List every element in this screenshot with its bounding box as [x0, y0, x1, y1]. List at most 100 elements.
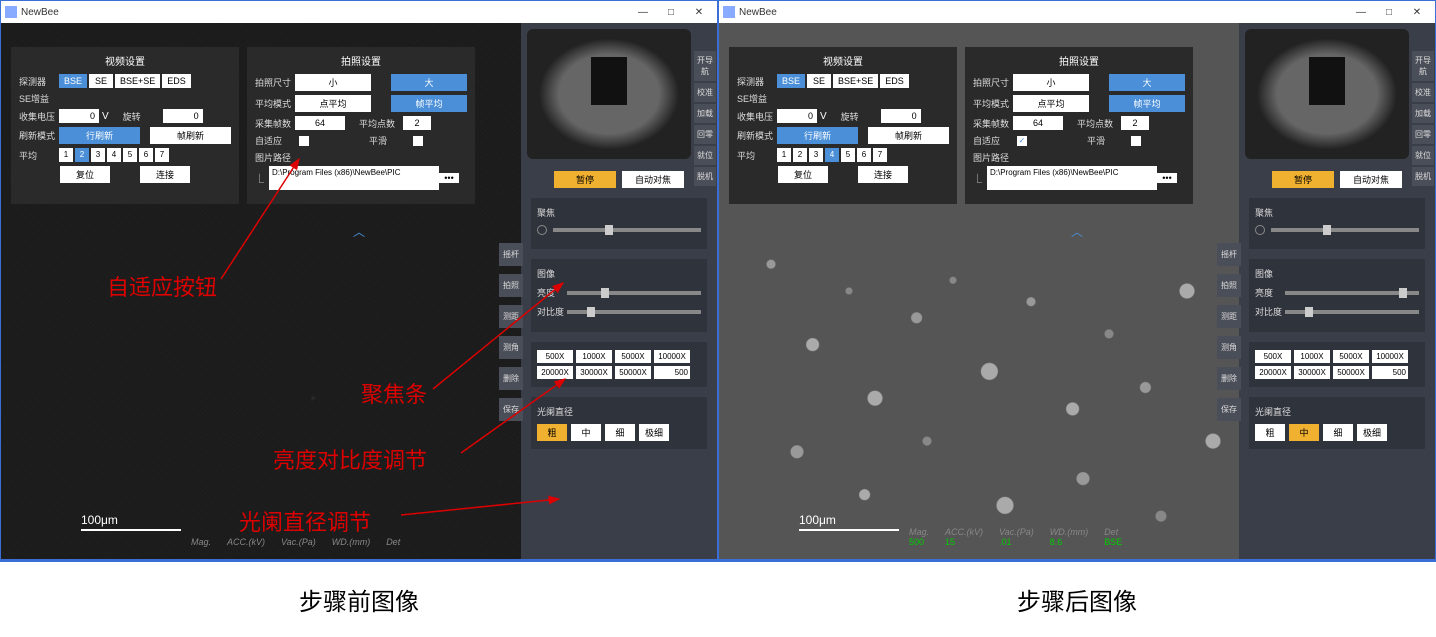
photo-size-small[interactable]: 小: [1013, 74, 1089, 91]
maximize-button[interactable]: □: [1375, 7, 1403, 18]
aperture-fine[interactable]: 细: [605, 424, 635, 441]
maximize-button[interactable]: □: [657, 7, 685, 18]
delete-tab[interactable]: 删除: [499, 367, 523, 390]
avg-6[interactable]: 6: [857, 148, 871, 162]
autofocus-button[interactable]: 自动对焦: [622, 171, 684, 188]
home-button[interactable]: 回零: [694, 125, 716, 144]
aperture-coarse[interactable]: 粗: [537, 424, 567, 441]
chevron-up-icon[interactable]: ︿: [353, 223, 365, 240]
refresh-frame[interactable]: 帧刷新: [150, 127, 231, 144]
mag-10000x[interactable]: 10000X: [1372, 350, 1408, 363]
nav-button[interactable]: 开导航: [1412, 51, 1434, 81]
capture-tab[interactable]: 拍照: [1217, 274, 1241, 297]
detector-bse-se[interactable]: BSE+SE: [115, 74, 160, 88]
brightness-slider[interactable]: [1285, 291, 1419, 295]
avg-5[interactable]: 5: [841, 148, 855, 162]
mag-30000x[interactable]: 30000X: [1294, 366, 1330, 379]
avg-2[interactable]: 2: [75, 148, 89, 162]
avg-4[interactable]: 4: [825, 148, 839, 162]
connect-button[interactable]: 连接: [140, 166, 190, 183]
mag-1000x[interactable]: 1000X: [576, 350, 612, 363]
position-button[interactable]: 就位: [1412, 146, 1434, 165]
avg-7[interactable]: 7: [873, 148, 887, 162]
frames-input[interactable]: 64: [295, 116, 345, 130]
mag-50000x[interactable]: 50000X: [1333, 366, 1369, 379]
rotation-input[interactable]: 0: [881, 109, 921, 123]
avg-mode-point[interactable]: 点平均: [295, 95, 371, 112]
save-tab[interactable]: 保存: [1217, 398, 1241, 421]
joystick-tab[interactable]: 摇杆: [499, 243, 523, 266]
avg-3[interactable]: 3: [91, 148, 105, 162]
avg-4[interactable]: 4: [107, 148, 121, 162]
refresh-frame[interactable]: 帧刷新: [868, 127, 949, 144]
offline-button[interactable]: 脱机: [694, 167, 716, 186]
avg-3[interactable]: 3: [809, 148, 823, 162]
avg-pts-select[interactable]: 2: [403, 116, 431, 130]
aperture-ultrafine[interactable]: 极细: [1357, 424, 1387, 441]
path-input[interactable]: D:\Program Files (x86)\NewBee\PIC: [987, 166, 1157, 190]
focus-radio[interactable]: [537, 225, 547, 235]
rotation-input[interactable]: 0: [163, 109, 203, 123]
measure-dist-tab[interactable]: 测距: [1217, 305, 1241, 328]
aperture-medium[interactable]: 中: [571, 424, 601, 441]
detector-bse[interactable]: BSE: [777, 74, 805, 88]
focus-slider[interactable]: [553, 228, 701, 232]
refresh-line[interactable]: 行刷新: [777, 127, 858, 144]
joystick-tab[interactable]: 摇杆: [1217, 243, 1241, 266]
avg-7[interactable]: 7: [155, 148, 169, 162]
load-button[interactable]: 加载: [1412, 104, 1434, 123]
mag-50000x[interactable]: 50000X: [615, 366, 651, 379]
collect-voltage-input[interactable]: 0: [777, 109, 817, 123]
adaptive-checkbox[interactable]: [1017, 136, 1027, 146]
nav-button[interactable]: 开导航: [694, 51, 716, 81]
calibrate-button[interactable]: 校准: [1412, 83, 1434, 102]
aperture-coarse[interactable]: 粗: [1255, 424, 1285, 441]
autofocus-button[interactable]: 自动对焦: [1340, 171, 1402, 188]
mag-10000x[interactable]: 10000X: [654, 350, 690, 363]
position-button[interactable]: 就位: [694, 146, 716, 165]
minimize-button[interactable]: —: [1347, 7, 1375, 18]
focus-slider[interactable]: [1271, 228, 1419, 232]
detector-se[interactable]: SE: [89, 74, 113, 88]
avg-mode-frame[interactable]: 帧平均: [391, 95, 467, 112]
detector-bse[interactable]: BSE: [59, 74, 87, 88]
focus-radio[interactable]: [1255, 225, 1265, 235]
brightness-slider[interactable]: [567, 291, 701, 295]
offline-button[interactable]: 脱机: [1412, 167, 1434, 186]
mag-500x[interactable]: 500X: [1255, 350, 1291, 363]
mag-custom-input[interactable]: 500: [1372, 366, 1408, 379]
measure-angle-tab[interactable]: 测角: [1217, 336, 1241, 359]
avg-pts-select[interactable]: 2: [1121, 116, 1149, 130]
load-button[interactable]: 加载: [694, 104, 716, 123]
aperture-medium[interactable]: 中: [1289, 424, 1319, 441]
detector-eds[interactable]: EDS: [880, 74, 909, 88]
mag-20000x[interactable]: 20000X: [537, 366, 573, 379]
chevron-up-icon[interactable]: ︿: [1071, 223, 1083, 240]
pause-button[interactable]: 暂停: [1272, 171, 1334, 188]
detector-bse-se[interactable]: BSE+SE: [833, 74, 878, 88]
avg-mode-point[interactable]: 点平均: [1013, 95, 1089, 112]
smooth-checkbox[interactable]: [413, 136, 423, 146]
aperture-fine[interactable]: 细: [1323, 424, 1353, 441]
photo-size-large[interactable]: 大: [1109, 74, 1185, 91]
avg-1[interactable]: 1: [59, 148, 73, 162]
mag-1000x[interactable]: 1000X: [1294, 350, 1330, 363]
detector-eds[interactable]: EDS: [162, 74, 191, 88]
contrast-slider[interactable]: [567, 310, 701, 314]
mag-20000x[interactable]: 20000X: [1255, 366, 1291, 379]
avg-mode-frame[interactable]: 帧平均: [1109, 95, 1185, 112]
reset-button[interactable]: 复位: [778, 166, 828, 183]
reset-button[interactable]: 复位: [60, 166, 110, 183]
contrast-slider[interactable]: [1285, 310, 1419, 314]
frames-input[interactable]: 64: [1013, 116, 1063, 130]
mag-5000x[interactable]: 5000X: [615, 350, 651, 363]
avg-5[interactable]: 5: [123, 148, 137, 162]
measure-angle-tab[interactable]: 测角: [499, 336, 523, 359]
adaptive-checkbox[interactable]: [299, 136, 309, 146]
refresh-line[interactable]: 行刷新: [59, 127, 140, 144]
mag-500x[interactable]: 500X: [537, 350, 573, 363]
pause-button[interactable]: 暂停: [554, 171, 616, 188]
connect-button[interactable]: 连接: [858, 166, 908, 183]
calibrate-button[interactable]: 校准: [694, 83, 716, 102]
minimize-button[interactable]: —: [629, 7, 657, 18]
